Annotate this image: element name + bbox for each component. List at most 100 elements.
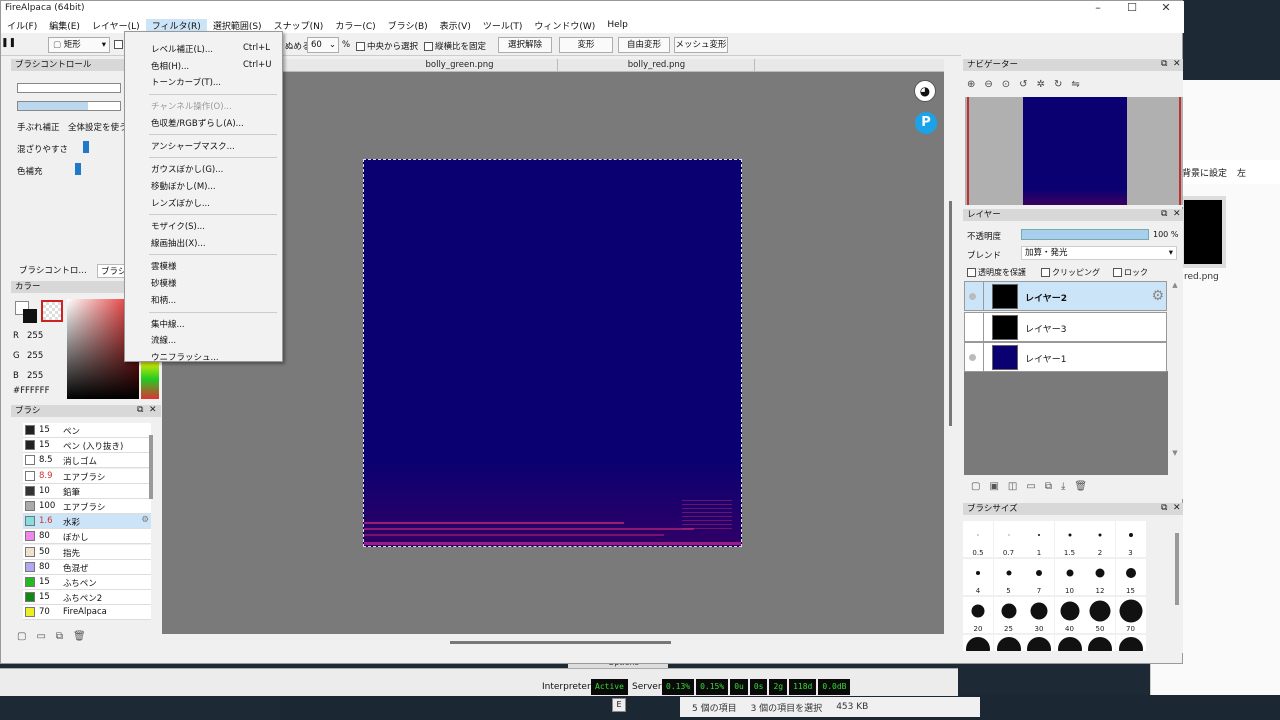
gear-icon[interactable]: ⚙ — [141, 515, 149, 525]
menu-item[interactable]: スナップ(N) — [268, 19, 330, 32]
filter-menu-item[interactable]: アンシャープマスク... — [151, 140, 235, 152]
merge-down-icon[interactable]: ⤓ — [1061, 481, 1065, 492]
menu-item[interactable]: レイヤー(L) — [86, 19, 146, 32]
filter-menu-item[interactable]: ガウスぼかし(G)... — [151, 163, 223, 175]
menu-item[interactable]: イル(F) — [1, 19, 43, 32]
folder-icon[interactable]: ▭ — [36, 631, 45, 642]
filter-menu-item[interactable]: ウニフラッシュ... — [151, 351, 219, 363]
layer-row[interactable]: レイヤー2 ⚙ — [964, 281, 1167, 311]
duplicate-icon[interactable]: ⧉ — [56, 631, 63, 642]
float-icon[interactable]: ⧉ — [137, 405, 143, 415]
menu-item[interactable]: 編集(E) — [43, 19, 86, 32]
menu-item[interactable]: 選択範囲(S) — [207, 19, 268, 32]
set-background-button[interactable]: 背景に設定 — [1182, 166, 1227, 179]
filter-menu-item[interactable]: 集中線... — [151, 318, 185, 330]
float-icon[interactable]: ⧉ — [1161, 59, 1167, 69]
maximize-button[interactable]: ☐ — [1115, 1, 1149, 17]
zoom-fit-icon[interactable]: ⊙ — [1002, 79, 1010, 90]
rotate-right-icon[interactable]: ↻ — [1054, 79, 1062, 90]
brush-size-cell[interactable] — [1054, 635, 1085, 651]
gear-icon[interactable]: ⚙ — [1151, 288, 1164, 304]
brush-size-cell[interactable] — [1024, 635, 1054, 651]
color-supplement-slider-handle[interactable] — [75, 163, 81, 175]
rotate-reset-icon[interactable]: ✲ — [1037, 79, 1045, 90]
menu-item[interactable]: ブラシ(B) — [382, 19, 434, 32]
rotate-left-button[interactable]: 左 — [1237, 166, 1246, 179]
brush-size-slider[interactable] — [17, 83, 121, 93]
brush-opacity-slider[interactable] — [17, 101, 121, 111]
hex-value[interactable]: #FFFFFF — [13, 386, 49, 396]
brush-size-cell[interactable]: 25 — [993, 597, 1024, 633]
flip-icon[interactable]: ⇋ — [1071, 79, 1079, 90]
brush-row[interactable]: 1.6 水彩 ⚙ — [23, 514, 151, 530]
duplicate-layer-icon[interactable]: ⧉ — [1045, 481, 1052, 492]
center-select-checkbox[interactable]: 中央から選択 — [356, 40, 418, 52]
tab-brush-control[interactable]: ブラシコントロ… — [19, 264, 87, 276]
brush-size-cell[interactable]: 70 — [1115, 597, 1146, 633]
shape-select[interactable]: ▢ 矩形 ▾ — [48, 37, 110, 53]
mixing-slider-handle[interactable] — [83, 141, 89, 153]
zoom-out-icon[interactable]: ⊖ — [984, 79, 992, 90]
new-1bit-layer-icon[interactable]: ◫ — [1008, 481, 1017, 492]
brush-size-cell[interactable]: 20 — [963, 597, 993, 633]
free-transform-button[interactable]: 自由変形 — [618, 37, 670, 53]
brush-size-cell[interactable]: 4 — [963, 559, 993, 595]
brush-size-cell[interactable] — [993, 635, 1024, 651]
background-color-swatch[interactable] — [23, 309, 37, 323]
float-icon[interactable]: ⧉ — [1161, 503, 1167, 513]
menu-item[interactable]: 表示(V) — [434, 19, 477, 32]
filter-menu-item[interactable]: モザイク(S)... — [151, 220, 205, 232]
brush-size-cell[interactable]: 3 — [1115, 521, 1146, 557]
document-canvas[interactable] — [363, 159, 742, 547]
brush-size-cell[interactable]: 1 — [1024, 521, 1054, 557]
brush-row[interactable]: 50 指先 — [23, 544, 151, 560]
filter-menu-item[interactable]: 雲模様 — [151, 260, 177, 272]
vertical-scrollbar[interactable] — [949, 201, 952, 426]
visibility-icon[interactable] — [969, 293, 976, 300]
close-button[interactable]: ✕ — [1149, 1, 1183, 17]
brush-row[interactable]: 15 ペン — [23, 423, 151, 438]
menu-item[interactable]: ツール(T) — [477, 19, 529, 32]
layer-row[interactable]: レイヤー1 — [964, 342, 1167, 372]
brush-size-cell[interactable]: 12 — [1085, 559, 1115, 595]
brush-row[interactable]: 8.5 消しゴム — [23, 453, 151, 469]
layer-list-scrollbar[interactable]: ▲ ▼ — [1169, 281, 1181, 475]
close-icon[interactable]: ✕ — [1173, 59, 1181, 69]
new-folder-icon[interactable]: ▭ — [1026, 481, 1035, 492]
horizontal-scrollbar[interactable] — [450, 641, 671, 644]
minimize-button[interactable]: – — [1081, 1, 1115, 17]
brush-size-cell[interactable]: 7 — [1024, 559, 1054, 595]
brush-row[interactable]: 80 ぼかし — [23, 529, 151, 545]
new-layer-icon[interactable]: ▢ — [971, 481, 980, 492]
new-8bit-layer-icon[interactable]: ▣ — [989, 481, 998, 492]
alpaca-mascot-icon[interactable]: ◕ — [914, 80, 936, 102]
fix-ratio-checkbox[interactable]: 縦横比を固定 — [424, 40, 486, 52]
brush-size-cell[interactable]: 5 — [993, 559, 1024, 595]
close-icon[interactable]: ✕ — [1173, 503, 1181, 513]
r-value[interactable]: 255 — [27, 331, 43, 341]
float-icon[interactable]: ⧉ — [1161, 209, 1167, 219]
bleed-value-select[interactable]: 60 ⌄ — [307, 37, 339, 53]
layer-row[interactable]: レイヤー3 — [964, 311, 1167, 342]
menu-item[interactable]: カラー(C) — [329, 19, 381, 32]
rotate-left-icon[interactable]: ↺ — [1019, 79, 1027, 90]
brush-size-cell[interactable]: 10 — [1054, 559, 1085, 595]
brush-size-cell[interactable]: 40 — [1054, 597, 1085, 633]
brush-list-scrollbar[interactable] — [149, 435, 153, 499]
brush-row[interactable]: 10 鉛筆 — [23, 483, 151, 499]
filter-menu-item[interactable]: レンズぼかし... — [151, 197, 210, 209]
close-icon[interactable]: ✕ — [1173, 209, 1181, 219]
mesh-transform-button[interactable]: メッシュ変形 — [674, 37, 728, 53]
visibility-icon[interactable] — [969, 354, 976, 361]
close-icon[interactable]: ✕ — [149, 405, 157, 415]
brush-size-cell[interactable] — [963, 635, 993, 651]
blend-mode-select[interactable]: 加算・発光 ▾ — [1021, 246, 1177, 260]
brush-row[interactable]: 15 ペン (入り抜き) — [23, 438, 151, 454]
brush-row[interactable]: 8.9 エアブラシ — [23, 468, 151, 484]
transform-button[interactable]: 変形 — [559, 37, 613, 53]
b-value[interactable]: 255 — [27, 371, 43, 381]
trash-icon[interactable]: 🗑 — [73, 631, 86, 642]
g-value[interactable]: 255 — [27, 351, 43, 361]
brush-size-cell[interactable]: 0.7 — [993, 521, 1024, 557]
clipping-checkbox[interactable]: クリッピング — [1041, 267, 1100, 278]
